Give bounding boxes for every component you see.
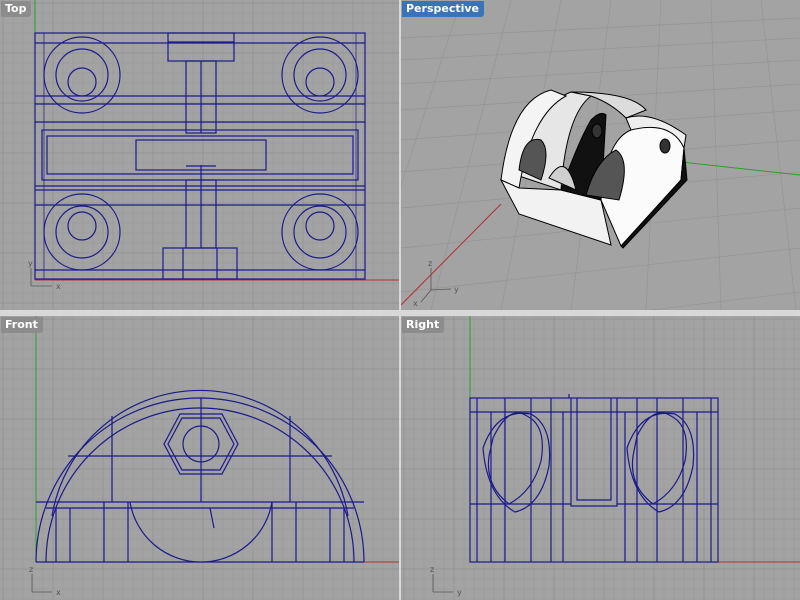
axis-label-y: y bbox=[457, 588, 462, 597]
grid bbox=[401, 316, 800, 600]
viewport-label-perspective[interactable]: Perspective bbox=[402, 1, 485, 17]
viewport-top[interactable]: Top y x bbox=[0, 0, 399, 310]
rendered-part bbox=[499, 89, 688, 249]
grid bbox=[0, 316, 399, 600]
viewport-right[interactable]: Right z y bbox=[401, 316, 800, 600]
axis-gizmo-front: z x bbox=[29, 565, 61, 597]
viewport-front[interactable]: Front z x bbox=[0, 316, 399, 600]
axis-label-x: x bbox=[413, 299, 418, 308]
axis-label-x: x bbox=[56, 282, 61, 291]
axis-label-z: z bbox=[428, 259, 432, 268]
axis-label-z: z bbox=[29, 565, 33, 574]
x-axis-line bbox=[401, 203, 502, 306]
viewport-perspective[interactable]: Perspective z y x bbox=[401, 0, 800, 310]
perspective-view-canvas[interactable]: z y x bbox=[401, 0, 800, 310]
right-view-canvas[interactable]: z y bbox=[401, 316, 800, 600]
top-view-canvas[interactable]: y x bbox=[0, 0, 399, 310]
viewport-label-top[interactable]: Top bbox=[1, 1, 32, 17]
viewport-label-front[interactable]: Front bbox=[1, 317, 43, 333]
top-wireframe bbox=[34, 32, 366, 280]
viewport-label-right[interactable]: Right bbox=[402, 317, 445, 333]
axis-label-y: y bbox=[28, 259, 33, 268]
axis-gizmo-right: z y bbox=[430, 565, 462, 597]
axis-gizmo-perspective: z y x bbox=[413, 259, 459, 308]
axis-label-y: y bbox=[454, 285, 459, 294]
axis-label-x: x bbox=[56, 588, 61, 597]
front-view-canvas[interactable]: z x bbox=[0, 316, 399, 600]
axis-label-z: z bbox=[430, 565, 434, 574]
front-wireframe bbox=[35, 389, 365, 563]
